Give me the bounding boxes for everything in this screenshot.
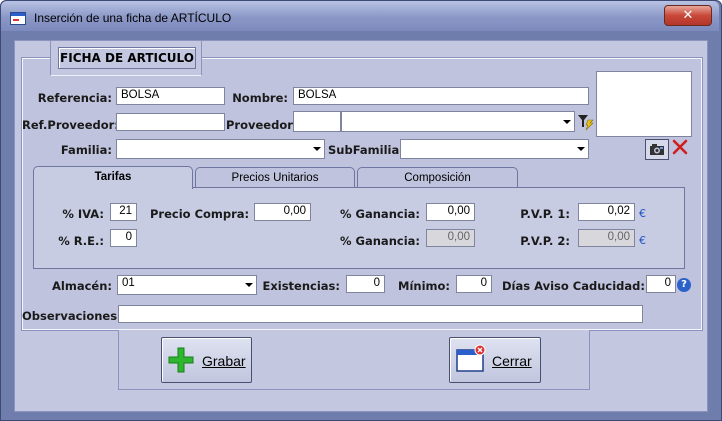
currency-symbol: € <box>639 207 646 220</box>
proveedor-select[interactable] <box>341 111 575 132</box>
proveedor-label: Proveedor: <box>226 118 298 132</box>
almacen-label: Almacén: <box>52 279 112 293</box>
subfamilia-select[interactable] <box>400 139 589 159</box>
re-label: % R.E.: <box>58 234 104 248</box>
minimo-input[interactable]: 0 <box>456 275 492 293</box>
ganancia2-label: % Ganancia: <box>340 234 420 248</box>
grabar-label: Grabar <box>202 353 246 369</box>
app-icon <box>10 12 26 25</box>
caducidad-input[interactable]: 0 <box>646 275 676 293</box>
iva-label: % IVA: <box>62 207 104 221</box>
ganancia1-label: % Ganancia: <box>340 207 420 221</box>
nombre-input[interactable]: BOLSA <box>293 87 589 105</box>
precio-compra-input[interactable]: 0,00 <box>254 203 311 221</box>
pvp2-label: P.V.P. 2: <box>520 234 570 248</box>
familia-select[interactable] <box>116 139 325 159</box>
pvp1-label: P.V.P. 1: <box>520 207 570 221</box>
currency-symbol: € <box>639 234 646 247</box>
chevron-down-icon <box>313 147 321 151</box>
refproveedor-label: Ref.Proveedor: <box>22 118 119 132</box>
filter-icon[interactable] <box>577 113 595 131</box>
nombre-label: Nombre: <box>232 91 288 105</box>
camera-button[interactable] <box>645 139 669 160</box>
ganancia1-input[interactable]: 0,00 <box>426 203 475 221</box>
refproveedor-input[interactable] <box>116 113 225 131</box>
almacen-select[interactable]: 01 <box>117 275 257 295</box>
re-input[interactable]: 0 <box>110 229 137 247</box>
pvp2-input[interactable]: 0,00 <box>578 229 635 247</box>
referencia-input[interactable]: BOLSA <box>116 87 225 105</box>
tarifas-panel <box>33 187 685 269</box>
pvp1-input[interactable]: 0,02 <box>578 203 635 221</box>
familia-label: Familia: <box>60 143 112 157</box>
minimo-label: Mínimo: <box>398 279 450 293</box>
chevron-down-icon <box>577 147 585 151</box>
existencias-label: Existencias: <box>262 279 340 293</box>
chevron-down-icon <box>245 283 253 287</box>
cerrar-button[interactable]: Cerrar <box>449 337 541 383</box>
plus-icon <box>168 347 194 373</box>
proveedor-code-input[interactable] <box>293 111 341 132</box>
subfamilia-label: SubFamilia: <box>328 143 404 157</box>
tab-precios-unitarios[interactable]: Precios Unitarios <box>195 167 355 187</box>
window-title: Inserción de una ficha de ARTÍCULO <box>34 11 232 25</box>
ganancia2-input[interactable]: 0,00 <box>426 229 475 247</box>
almacen-value: 01 <box>122 277 135 289</box>
iva-input[interactable]: 21 <box>110 203 137 221</box>
help-icon[interactable]: ? <box>677 278 691 292</box>
camera-icon <box>650 144 664 155</box>
referencia-label: Referencia: <box>37 91 112 105</box>
close-button[interactable]: ✕ <box>664 5 712 26</box>
article-photo <box>596 71 692 137</box>
section-title: FICHA DE ARTICULO <box>58 47 196 69</box>
close-window-icon <box>456 344 486 372</box>
precio-compra-label: Precio Compra: <box>150 207 250 221</box>
tab-tarifas[interactable]: Tarifas <box>33 166 193 189</box>
observaciones-label: Observaciones: <box>22 309 122 323</box>
observaciones-input[interactable] <box>118 305 643 323</box>
delete-icon <box>672 139 688 155</box>
chevron-down-icon <box>563 120 571 124</box>
tab-composicion[interactable]: Composición <box>357 167 518 187</box>
cerrar-label: Cerrar <box>492 353 532 369</box>
caducidad-label: Días Aviso Caducidad: <box>502 279 645 293</box>
grabar-button[interactable]: Grabar <box>161 337 252 383</box>
delete-photo-button[interactable] <box>671 138 689 156</box>
existencias-input[interactable]: 0 <box>346 275 385 293</box>
